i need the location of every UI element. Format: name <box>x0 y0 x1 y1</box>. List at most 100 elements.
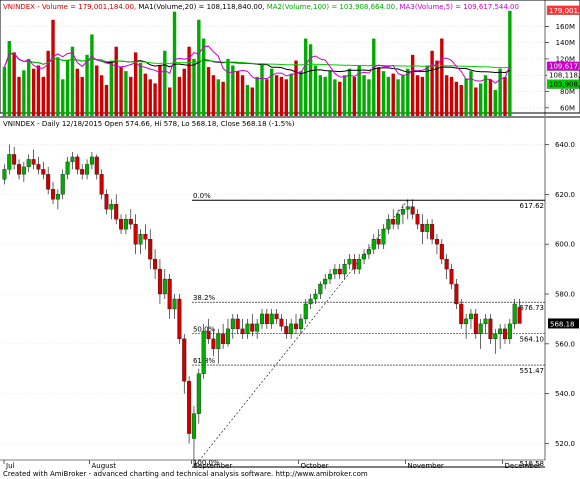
candle-body <box>478 323 483 335</box>
candle-body <box>439 244 444 260</box>
volume-bar <box>90 34 94 116</box>
volume-bar <box>36 65 41 116</box>
candle-body <box>51 189 56 200</box>
candle-body <box>430 224 435 240</box>
candle-body <box>289 323 294 335</box>
volume-bar <box>469 71 473 116</box>
volume-title-part-3: MA3(Volume,5) = 109,617,544.00 <box>400 3 519 11</box>
candle-body <box>303 303 308 320</box>
volume-bar <box>216 79 220 116</box>
volume-bar <box>464 78 468 116</box>
volume-bar <box>255 76 259 116</box>
volume-title-part-2: MA2(Volume,100) = 103,908,664.00, <box>267 3 400 11</box>
candle-body <box>381 229 386 245</box>
candle-body <box>114 204 119 220</box>
candle-body <box>507 323 512 340</box>
candle-body <box>85 164 90 175</box>
candle-body <box>123 219 128 230</box>
volume-bar <box>323 76 327 116</box>
volume-bar <box>304 38 308 116</box>
volume-tick-label: 60M <box>560 104 575 112</box>
candle-body <box>473 313 478 335</box>
volume-bar <box>245 85 250 116</box>
fib-level-pct: 0.0% <box>193 192 211 200</box>
volume-bar <box>367 79 371 116</box>
volume-bar <box>104 85 109 116</box>
candle-body <box>65 161 70 175</box>
volume-bar <box>99 75 104 116</box>
candle-body <box>191 413 196 439</box>
candle-body <box>235 318 240 330</box>
volume-tag-label: 179,001,1 <box>549 7 580 15</box>
candle-body <box>294 323 299 330</box>
volume-bar <box>153 83 157 116</box>
volume-bar <box>22 70 26 116</box>
volume-bar <box>31 68 36 116</box>
volume-bar <box>308 44 313 116</box>
candle-body <box>99 174 104 195</box>
amibroker-chart: VNINDEX - Volume = 179,001,184.00, MA1(V… <box>0 0 580 479</box>
volume-bar <box>129 76 133 116</box>
candle-body <box>405 206 410 210</box>
candle-body <box>313 293 318 300</box>
candle-body <box>46 174 51 190</box>
volume-bar <box>148 79 152 116</box>
volume-tag-label: 103,908,6 <box>549 81 580 89</box>
candle-body <box>182 338 187 382</box>
candle-body <box>119 219 124 230</box>
candle-body <box>279 318 284 327</box>
volume-bar <box>415 75 420 116</box>
price-tick-label: 640.0 <box>555 141 575 149</box>
volume-bar <box>12 52 16 116</box>
candle-body <box>7 154 12 170</box>
date-tick-label: August <box>91 462 116 470</box>
volume-bar <box>449 76 454 116</box>
volume-bar <box>124 71 128 116</box>
candle-body <box>225 328 230 344</box>
candle-body <box>337 268 342 275</box>
candle-body <box>245 323 250 335</box>
candle-body <box>396 214 401 225</box>
volume-bar <box>70 46 75 116</box>
candle-body <box>211 338 216 349</box>
candle-body <box>250 323 255 332</box>
candle-body <box>274 313 279 320</box>
candle-body <box>391 219 396 225</box>
volume-tick-label: 160M <box>556 23 575 31</box>
candle-body <box>187 381 192 434</box>
candle-body <box>512 303 517 325</box>
date-tick-label: September <box>194 462 233 470</box>
candle-body <box>104 194 109 210</box>
candle-body <box>167 278 172 310</box>
candle-body <box>376 239 381 245</box>
fib-level-pct: 38.2% <box>193 294 216 302</box>
volume-bar <box>498 68 502 116</box>
candle-body <box>347 258 352 265</box>
volume-bar <box>478 83 483 116</box>
candle-body <box>328 273 333 280</box>
candle-body <box>517 307 522 324</box>
candle-body <box>464 318 469 325</box>
volume-bar <box>260 65 264 116</box>
candle-body <box>434 239 439 245</box>
volume-bar <box>17 76 21 116</box>
volume-bar <box>51 19 55 116</box>
candle-body <box>94 156 99 175</box>
volume-bar <box>75 68 80 116</box>
candle-body <box>172 298 177 310</box>
price-tick-label: 540.0 <box>555 390 575 398</box>
candle-body <box>177 298 182 340</box>
candle-body <box>201 331 206 374</box>
candle-body <box>26 159 31 168</box>
volume-bar <box>2 67 7 116</box>
volume-bar <box>167 87 172 116</box>
volume-bar <box>109 60 114 116</box>
price-tick-label: 560.0 <box>555 340 575 348</box>
candle-body <box>323 278 328 285</box>
candle-body <box>425 224 430 232</box>
price-tick-label: 620.0 <box>555 191 575 199</box>
volume-bar <box>143 73 148 116</box>
candle-body <box>400 209 405 215</box>
candle-body <box>420 224 425 232</box>
candle-body <box>230 318 235 330</box>
